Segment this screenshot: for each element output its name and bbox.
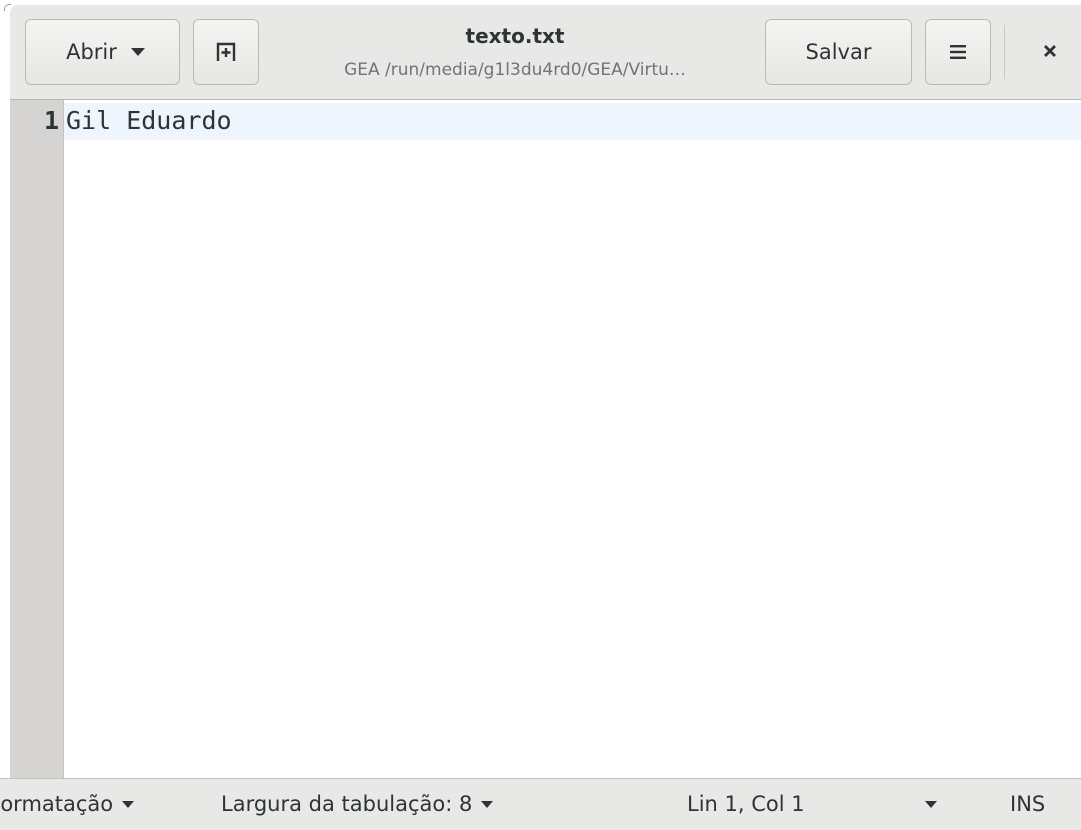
chevron-down-icon bbox=[925, 801, 937, 808]
header-separator bbox=[1004, 25, 1005, 79]
line-number: 1 bbox=[43, 106, 59, 135]
text-editor-area[interactable]: Gil Eduardo bbox=[64, 100, 1081, 778]
insert-mode-indicator: INS bbox=[1010, 792, 1045, 816]
language-dropdown[interactable] bbox=[925, 801, 937, 808]
chevron-down-icon bbox=[122, 800, 135, 808]
new-document-icon bbox=[216, 42, 236, 61]
title-area: texto.txt GEA /run/media/g1l3du4rd0/GEA/… bbox=[280, 23, 750, 82]
chevron-down-icon bbox=[481, 800, 494, 808]
save-button[interactable]: Salvar bbox=[765, 19, 912, 85]
hamburger-menu-icon bbox=[950, 45, 966, 59]
cursor-position-dropdown[interactable]: Lin 1, Col 1 bbox=[687, 792, 805, 816]
header-bar: Abrir texto.txt GEA /run/media/g1l3du4rd… bbox=[10, 5, 1081, 100]
close-button[interactable] bbox=[1032, 33, 1068, 69]
insert-mode: INS bbox=[1010, 792, 1046, 816]
format-label: Formatação bbox=[0, 792, 114, 816]
window-title: texto.txt bbox=[465, 24, 565, 48]
tab-width-dropdown[interactable]: Largura da tabulação: 8 bbox=[221, 792, 494, 816]
text-line[interactable]: Gil Eduardo bbox=[66, 106, 232, 135]
window-subtitle: GEA /run/media/g1l3du4rd0/GEA/Virtu… bbox=[344, 60, 686, 80]
open-button[interactable]: Abrir bbox=[25, 19, 180, 85]
cursor-position: Lin 1, Col 1 bbox=[687, 792, 805, 816]
new-tab-button[interactable] bbox=[193, 19, 259, 85]
menu-button[interactable] bbox=[925, 19, 991, 85]
line-number-gutter: 1 bbox=[10, 100, 64, 778]
open-button-label: Abrir bbox=[66, 40, 117, 64]
tab-width-label: Largura da tabulação: 8 bbox=[221, 792, 473, 816]
status-bar: Formatação Largura da tabulação: 8 Lin 1… bbox=[0, 778, 1081, 830]
chevron-down-icon bbox=[130, 48, 145, 56]
format-dropdown[interactable]: Formatação bbox=[0, 792, 135, 816]
close-icon bbox=[1044, 45, 1056, 57]
save-button-label: Salvar bbox=[805, 40, 872, 64]
